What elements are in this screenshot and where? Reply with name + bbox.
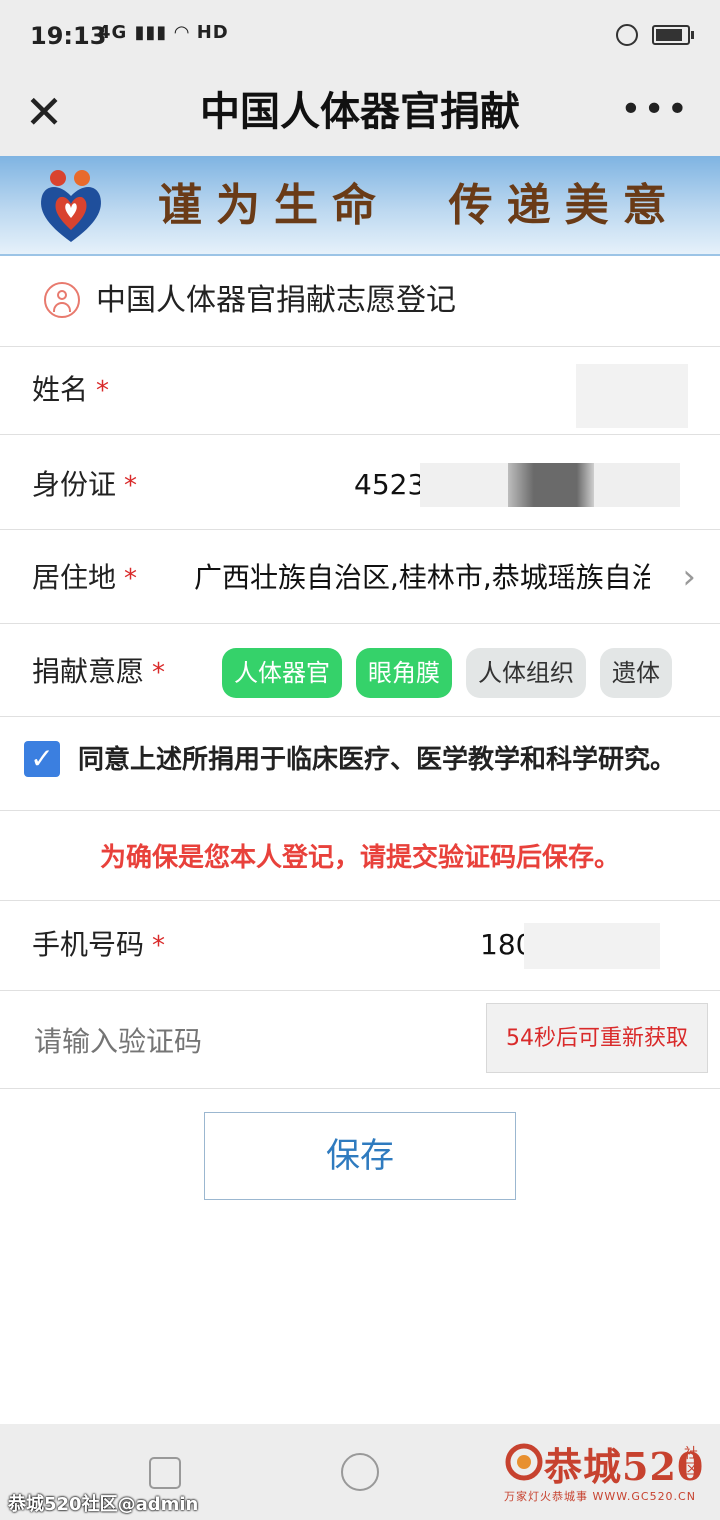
required-mark: * bbox=[152, 658, 166, 688]
verification-code-input[interactable] bbox=[32, 1021, 436, 1063]
address-label-text: 居住地 bbox=[32, 561, 117, 594]
required-mark: * bbox=[124, 471, 138, 501]
banner-slogan: 谨为生命 传递美意 bbox=[158, 180, 681, 231]
page-title: 中国人体器官捐献 bbox=[200, 89, 520, 135]
resend-code-button[interactable]: 54秒后可重新获取 bbox=[486, 1003, 708, 1073]
id-row[interactable]: 身份证 * 4523 bbox=[0, 435, 720, 530]
consent-row: ✓ 同意上述所捐用于临床医疗、医学教学和科学研究。 bbox=[0, 717, 720, 811]
address-label: 居住地 * bbox=[32, 558, 137, 599]
wish-label-text: 捐献意愿 bbox=[32, 655, 145, 688]
home-icon[interactable] bbox=[341, 1453, 379, 1491]
redacted-id-light bbox=[420, 463, 508, 507]
id-value: 4523 bbox=[354, 468, 426, 501]
required-mark: * bbox=[152, 931, 166, 961]
address-row[interactable]: 居住地 * 广西壮族自治区,桂林市,恭城瑶族自治 › bbox=[0, 530, 720, 624]
consent-checkbox[interactable]: ✓ bbox=[24, 741, 60, 777]
required-mark: * bbox=[124, 564, 138, 594]
name-row[interactable]: 姓名 * bbox=[0, 346, 720, 435]
redacted-name bbox=[576, 364, 688, 428]
status-right bbox=[616, 24, 694, 46]
banner: 谨为生命 传递美意 bbox=[0, 156, 720, 256]
watermark-region: 社区 bbox=[684, 1446, 698, 1478]
donation-wish-row: 捐献意愿 * 人体器官 眼角膜 人体组织 遗体 bbox=[0, 624, 720, 717]
more-icon[interactable]: ••• bbox=[620, 82, 690, 138]
notice-row: 为确保是您本人登记，请提交验证码后保存。 bbox=[0, 811, 720, 901]
wifi-icon: ◠ bbox=[174, 22, 190, 43]
watermark-user: 恭城520社区@admin bbox=[8, 1494, 199, 1515]
name-label-text: 姓名 bbox=[32, 373, 89, 406]
signal-icon: ▮▮▮ bbox=[134, 22, 168, 43]
recent-apps-icon[interactable] bbox=[149, 1457, 181, 1489]
wish-label: 捐献意愿 * bbox=[32, 652, 165, 693]
consent-text: 同意上述所捐用于临床医疗、医学教学和科学研究。 bbox=[78, 745, 677, 775]
watermark-brand: 恭城520 bbox=[544, 1444, 705, 1489]
phone-row[interactable]: 手机号码 * 180 bbox=[0, 901, 720, 991]
wish-option-body[interactable]: 遗体 bbox=[600, 648, 672, 698]
watermark-sub: 万家灯火恭城事 WWW.GC520.CN bbox=[504, 1490, 696, 1503]
id-label-text: 身份证 bbox=[32, 468, 117, 501]
user-icon bbox=[44, 282, 80, 318]
phone-label-text: 手机号码 bbox=[32, 928, 145, 961]
required-mark: * bbox=[96, 376, 110, 406]
wish-option-tissue[interactable]: 人体组织 bbox=[466, 648, 586, 698]
status-bar: 19:13 4G ▮▮▮ ◠ HD bbox=[0, 0, 720, 72]
rotation-lock-icon bbox=[616, 24, 638, 46]
name-label: 姓名 * bbox=[32, 370, 109, 411]
verification-notice: 为确保是您本人登记，请提交验证码后保存。 bbox=[99, 843, 620, 873]
chevron-right-icon[interactable]: › bbox=[682, 560, 696, 594]
wish-option-cornea[interactable]: 眼角膜 bbox=[356, 648, 452, 698]
organ-donation-logo-icon bbox=[41, 170, 101, 242]
network-indicator: 4G ▮▮▮ ◠ HD bbox=[98, 22, 229, 43]
hd-badge: HD bbox=[196, 22, 229, 43]
section-title: 中国人体器官捐献志愿登记 bbox=[96, 283, 456, 318]
code-row: 54秒后可重新获取 bbox=[0, 991, 720, 1089]
redacted-id-dark bbox=[508, 463, 594, 507]
battery-icon bbox=[652, 25, 694, 45]
nav-bar: ✕ 中国人体器官捐献 ••• bbox=[0, 72, 720, 156]
status-time: 19:13 bbox=[30, 22, 107, 50]
network-type: 4G bbox=[98, 22, 128, 43]
wish-option-organ[interactable]: 人体器官 bbox=[222, 648, 342, 698]
redacted-phone bbox=[524, 923, 660, 969]
section-header: 中国人体器官捐献志愿登记 bbox=[0, 256, 720, 347]
phone-label: 手机号码 * bbox=[32, 925, 165, 966]
id-label: 身份证 * bbox=[32, 465, 137, 506]
redacted-id-end bbox=[594, 463, 680, 507]
address-value: 广西壮族自治区,桂林市,恭城瑶族自治 bbox=[194, 561, 650, 594]
save-button[interactable]: 保存 bbox=[204, 1112, 516, 1200]
